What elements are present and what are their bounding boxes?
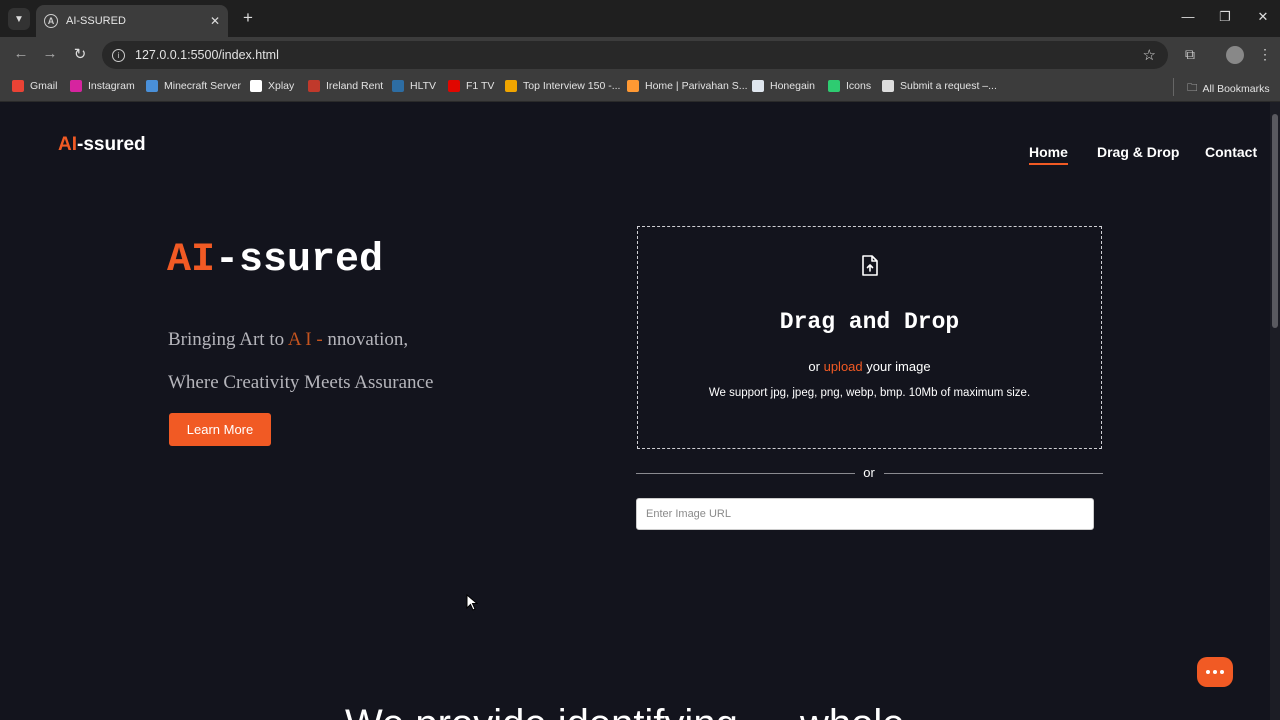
bookmark-favicon-icon [752,80,764,92]
dropzone-sub-after: your image [862,359,931,374]
browser-tab-bar: ▼ A AI-SSURED ✕ + — ❐ ✕ [0,0,1280,37]
bookmark-item[interactable]: Minecraft Server [146,80,241,92]
all-bookmarks-label: All Bookmarks [1202,83,1270,95]
site-logo[interactable]: AI-ssured [58,134,146,156]
bookmark-label: Home | Parivahan S... [645,80,748,92]
bookmarks-divider [1173,78,1174,96]
restore-icon[interactable]: ❐ [1215,9,1235,25]
minimize-icon[interactable]: — [1178,9,1198,24]
window-close-icon[interactable]: ✕ [1253,9,1273,25]
bookmark-item[interactable]: HLTV [392,80,436,92]
divider-or-text: or [863,465,875,480]
bookmark-item[interactable]: Honegain [752,80,815,92]
bookmark-label: Ireland Rent [326,80,384,92]
bookmark-label: Honegain [770,80,815,92]
scrollbar-thumb[interactable] [1272,114,1278,328]
bookmark-item[interactable]: F1 TV [448,80,494,92]
folder-icon: 🗀 [1187,82,1198,94]
dropzone-title: Drag and Drop [779,309,960,335]
upload-link[interactable]: upload [824,359,863,374]
all-bookmarks-button[interactable]: 🗀 All Bookmarks [1187,80,1270,98]
tab-title: AI-SSURED [66,15,126,27]
tagline-1-accent: A I - [287,329,323,350]
bookmark-item[interactable]: Instagram [70,80,135,92]
dropzone-format-note: We support jpg, jpeg, png, webp, bmp. 10… [708,387,1031,399]
kebab-menu-icon[interactable]: ⋮ [1256,46,1274,63]
tagline-1-before: Bringing Art to [168,329,288,350]
profile-avatar[interactable] [1226,46,1244,64]
bookmark-label: F1 TV [466,80,495,92]
site-favicon-icon: A [44,14,58,28]
hero-title-accent: AI [167,238,216,283]
bookmark-label: Icons [846,80,872,92]
bookmark-favicon-icon [250,80,262,92]
divider-left [636,473,855,474]
extensions-puzzle-icon[interactable]: ⧉ [1181,46,1199,63]
logo-rest: -ssured [77,134,146,155]
bookmark-item[interactable]: Gmail [12,80,57,92]
browser-tab-active[interactable]: A AI-SSURED ✕ [36,5,228,37]
bookmark-favicon-icon [828,80,840,92]
dropzone-subtitle: or upload your image [638,359,1101,374]
dropzone-sub-before: or [808,359,824,374]
bookmark-label: Xplay [268,80,295,92]
bookmark-favicon-icon [505,80,517,92]
bookmark-favicon-icon [392,80,404,92]
bookmark-item[interactable]: Icons [828,80,871,92]
bookmark-favicon-icon [627,80,639,92]
bookmark-item[interactable]: Submit a request –... [882,80,997,92]
bookmark-favicon-icon [70,80,82,92]
site-info-icon[interactable]: i [112,48,125,62]
page-scrollbar[interactable] [1270,102,1280,720]
bookmark-label: HLTV [410,80,437,92]
bookmark-favicon-icon [308,80,320,92]
bookmark-label: Minecraft Server [164,80,242,92]
bookmarks-bar: Gmail Instagram Minecraft Server Xplay Irela… [0,73,1280,102]
forward-arrow-icon[interactable]: → [40,45,60,62]
learn-more-button[interactable]: Learn More [169,413,271,446]
bookmark-label: Top Interview 150 -... [523,80,621,92]
address-url[interactable]: 127.0.0.1:5500/index.html [135,48,279,62]
bookmark-item[interactable]: Home | Parivahan S... [627,80,748,92]
divider-right [884,473,1103,474]
hero-title-rest: -ssured [215,238,384,283]
bookmark-favicon-icon [146,80,158,92]
new-tab-plus-icon[interactable]: + [238,8,258,28]
bookmark-label: Gmail [30,80,58,92]
hero-title: AI-ssured [167,238,383,283]
address-bar[interactable]: i 127.0.0.1:5500/index.html ☆ [102,41,1168,69]
bookmark-item[interactable]: Top Interview 150 -... [505,80,620,92]
mouse-cursor-icon [466,594,478,611]
hero-tagline-1: Bringing Art to A I - nnovation, [168,329,408,351]
logo-accent: AI [58,134,77,155]
nav-home-link[interactable]: Home [1029,144,1068,165]
tagline-1-after: nnovation, [322,329,409,350]
bookmark-favicon-icon [448,80,460,92]
hero-tagline-2: Where Creativity Meets Assurance [168,372,434,393]
bookmark-favicon-icon [12,80,24,92]
reload-icon[interactable]: ↻ [70,45,90,63]
browser-toolbar: ← → ↻ i 127.0.0.1:5500/index.html ☆ ⧉ ⋮ [0,37,1280,73]
bookmark-item[interactable]: Xplay [250,80,294,92]
bookmark-label: Submit a request –... [900,80,997,92]
image-url-input[interactable] [636,498,1094,530]
back-arrow-icon[interactable]: ← [11,45,31,62]
bookmark-favicon-icon [882,80,894,92]
section-heading: We provide identifying … whole [345,702,905,720]
tab-search-chevron-icon[interactable]: ▼ [8,8,30,30]
nav-drag-drop-link[interactable]: Drag & Drop [1097,144,1179,160]
nav-contact-link[interactable]: Contact [1205,144,1257,160]
bookmark-star-icon[interactable]: ☆ [1143,46,1156,64]
bookmark-item[interactable]: Ireland Rent [308,80,383,92]
bookmark-label: Instagram [88,80,135,92]
file-upload-icon [862,255,878,276]
page-viewport: AI-ssured Home Drag & Drop Contact AI-ss… [0,102,1270,720]
chat-bubble-button[interactable] [1197,657,1233,687]
tab-close-icon[interactable]: ✕ [210,14,220,28]
drag-drop-zone[interactable]: Drag and Drop or upload your image We su… [637,226,1102,449]
